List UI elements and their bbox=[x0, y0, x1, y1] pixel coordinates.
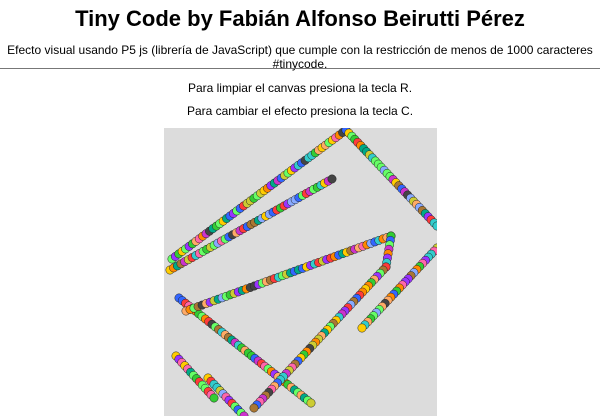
page-title: Tiny Code by Fabián Alfonso Beirutti Pér… bbox=[75, 6, 525, 31]
canvas-drawing bbox=[164, 128, 437, 416]
trail-dot bbox=[327, 174, 337, 184]
page-subtitle: Efecto visual usando P5 js (librería de … bbox=[7, 43, 593, 71]
p5-canvas[interactable] bbox=[164, 128, 437, 416]
instruction-change-effect: Para cambiar el efecto presiona la tecla… bbox=[186, 104, 414, 118]
trail-dot bbox=[209, 393, 219, 403]
trail-dot bbox=[306, 398, 316, 408]
trail-dot bbox=[357, 323, 367, 333]
trail-dot bbox=[249, 403, 259, 413]
divider bbox=[0, 68, 600, 69]
instruction-clear-canvas: Para limpiar el canvas presiona la tecla… bbox=[187, 81, 413, 95]
